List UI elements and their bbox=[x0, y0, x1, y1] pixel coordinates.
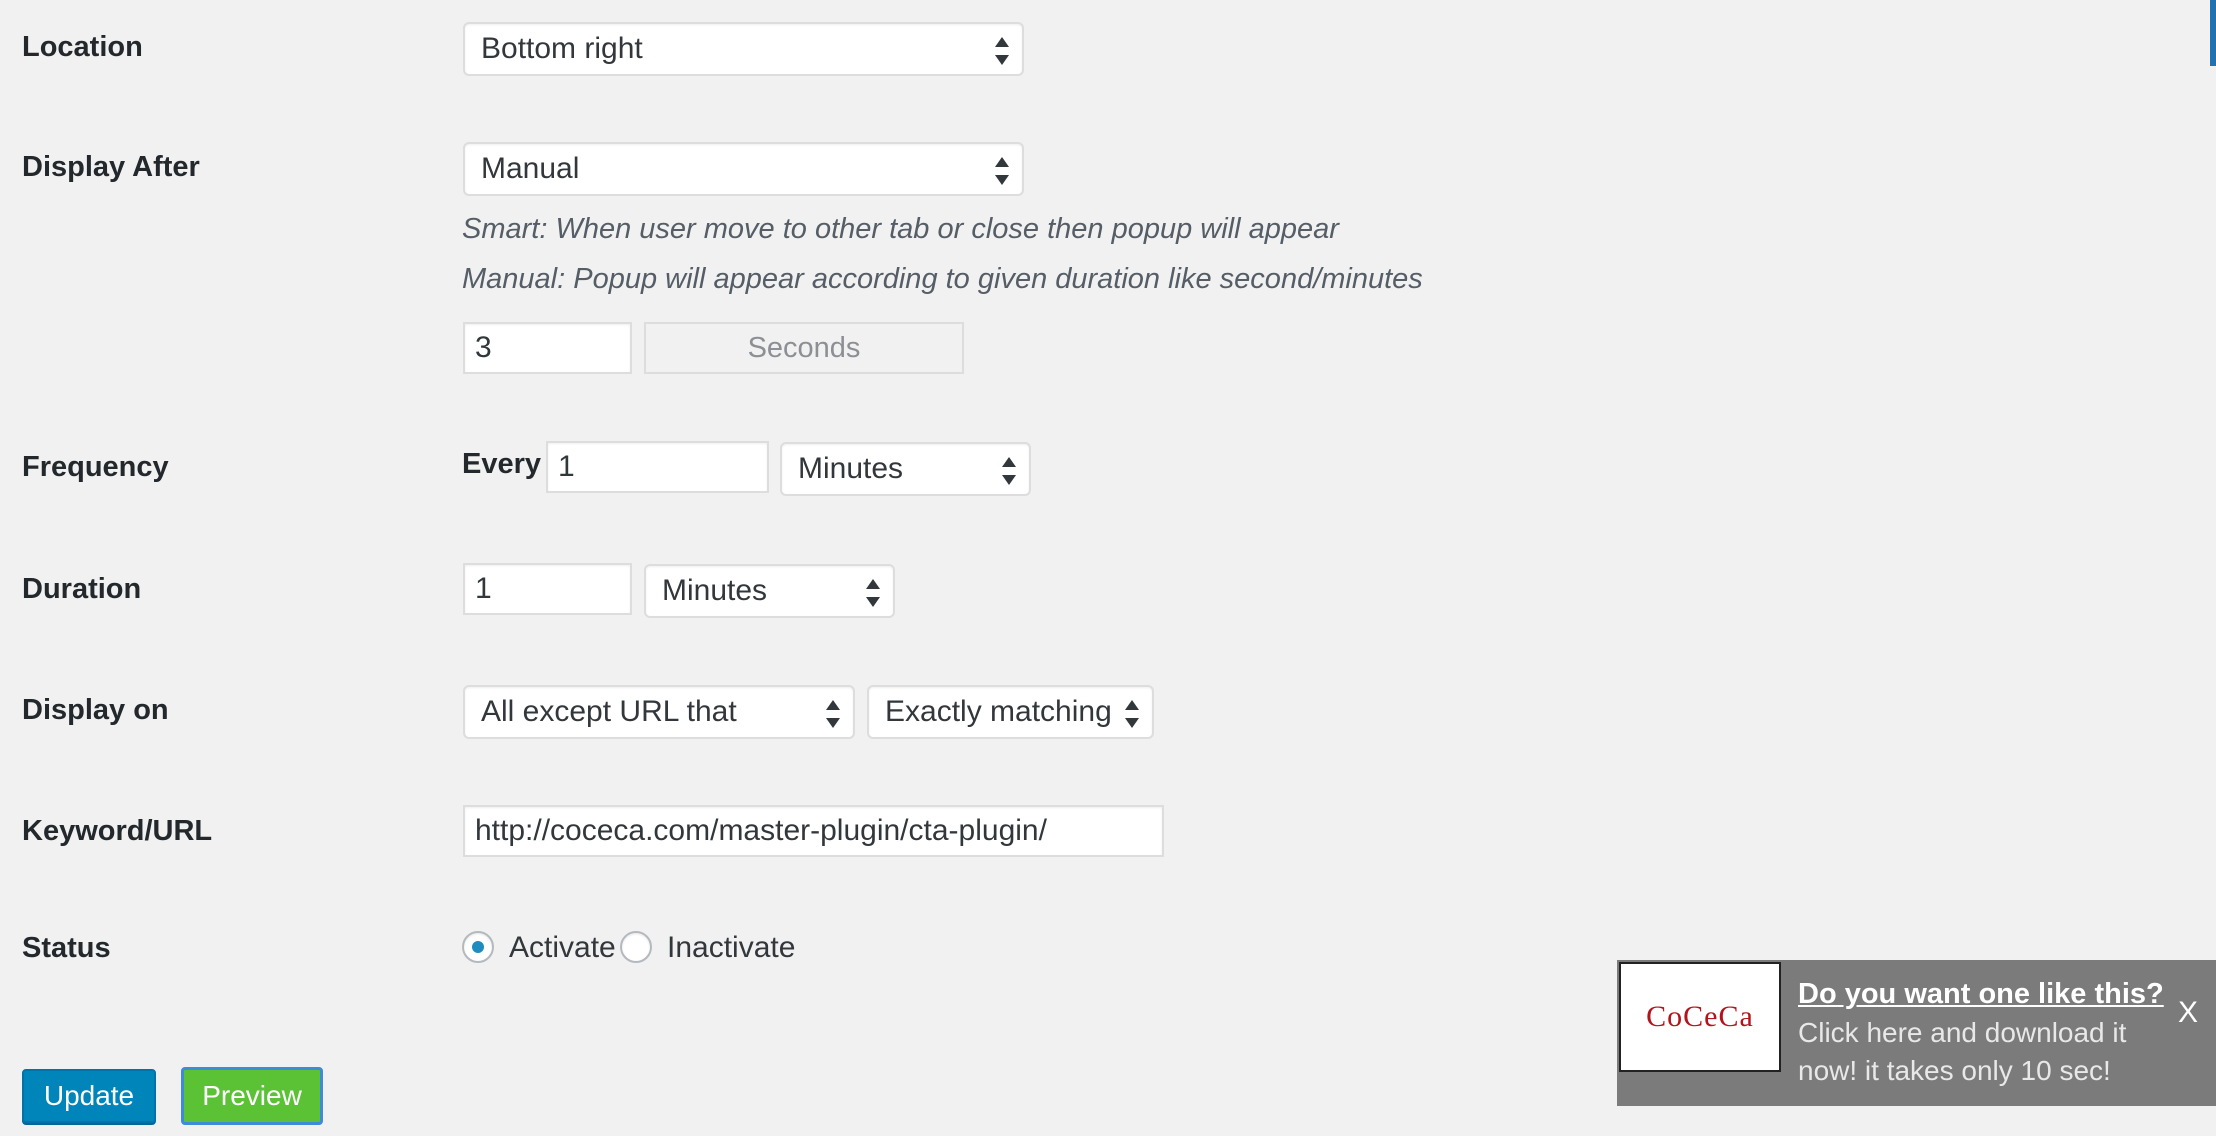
display-on-label: Display on bbox=[22, 694, 169, 726]
display-on-scope-select-value: All except URL that bbox=[481, 695, 737, 728]
location-select-value: Bottom right bbox=[481, 32, 643, 65]
frequency-unit-select-value: Minutes bbox=[798, 452, 904, 485]
update-button[interactable]: Update bbox=[22, 1069, 156, 1123]
duration-unit-select[interactable]: Minutes bbox=[644, 564, 895, 618]
duration-value-input[interactable]: 1 bbox=[463, 563, 632, 615]
status-inactivate-label[interactable]: Inactivate bbox=[667, 931, 795, 965]
keyword-url-input[interactable]: http://coceca.com/master-plugin/cta-plug… bbox=[463, 805, 1164, 857]
preview-button[interactable]: Preview bbox=[181, 1067, 323, 1125]
duration-unit-select-value: Minutes bbox=[662, 574, 768, 607]
coceca-logo: CoCeCa bbox=[1619, 962, 1781, 1072]
status-activate-radio[interactable] bbox=[462, 931, 494, 963]
duration-label: Duration bbox=[22, 573, 142, 605]
select-arrows-icon bbox=[994, 37, 1010, 65]
frequency-every-label: Every bbox=[462, 448, 542, 480]
location-select[interactable]: Bottom right bbox=[463, 22, 1024, 76]
select-arrows-icon bbox=[994, 157, 1010, 185]
keyword-url-label: Keyword/URL bbox=[22, 815, 213, 847]
select-arrows-icon bbox=[1001, 457, 1017, 485]
popup-body-text[interactable]: Click here and download it now! it takes… bbox=[1798, 1014, 2158, 1090]
popup-title-link[interactable]: Do you want one like this? bbox=[1798, 978, 2164, 1011]
cta-popup[interactable]: CoCeCa Do you want one like this? Click … bbox=[1617, 960, 2216, 1106]
location-label: Location bbox=[22, 31, 143, 63]
display-on-match-select[interactable]: Exactly matching bbox=[867, 685, 1154, 739]
frequency-value-input[interactable]: 1 bbox=[546, 441, 769, 493]
select-arrows-icon bbox=[1124, 700, 1140, 728]
display-on-match-select-value: Exactly matching bbox=[885, 695, 1112, 728]
display-after-unit: Seconds bbox=[644, 322, 964, 374]
frequency-unit-select[interactable]: Minutes bbox=[780, 442, 1031, 496]
status-label: Status bbox=[22, 932, 111, 964]
display-on-scope-select[interactable]: All except URL that bbox=[463, 685, 855, 739]
display-after-hint-smart: Smart: When user move to other tab or cl… bbox=[462, 213, 1339, 245]
scroll-indicator bbox=[2210, 0, 2216, 66]
display-after-select-value: Manual bbox=[481, 152, 580, 185]
close-icon[interactable]: X bbox=[2178, 996, 2198, 1030]
status-inactivate-radio[interactable] bbox=[620, 931, 652, 963]
display-after-select[interactable]: Manual bbox=[463, 142, 1024, 196]
select-arrows-icon bbox=[865, 579, 881, 607]
status-activate-label[interactable]: Activate bbox=[509, 931, 616, 965]
display-after-hint-manual: Manual: Popup will appear according to g… bbox=[462, 263, 1423, 295]
frequency-label: Frequency bbox=[22, 451, 169, 483]
display-after-label: Display After bbox=[22, 151, 200, 183]
display-after-value-input[interactable]: 3 bbox=[463, 322, 632, 374]
select-arrows-icon bbox=[825, 700, 841, 728]
